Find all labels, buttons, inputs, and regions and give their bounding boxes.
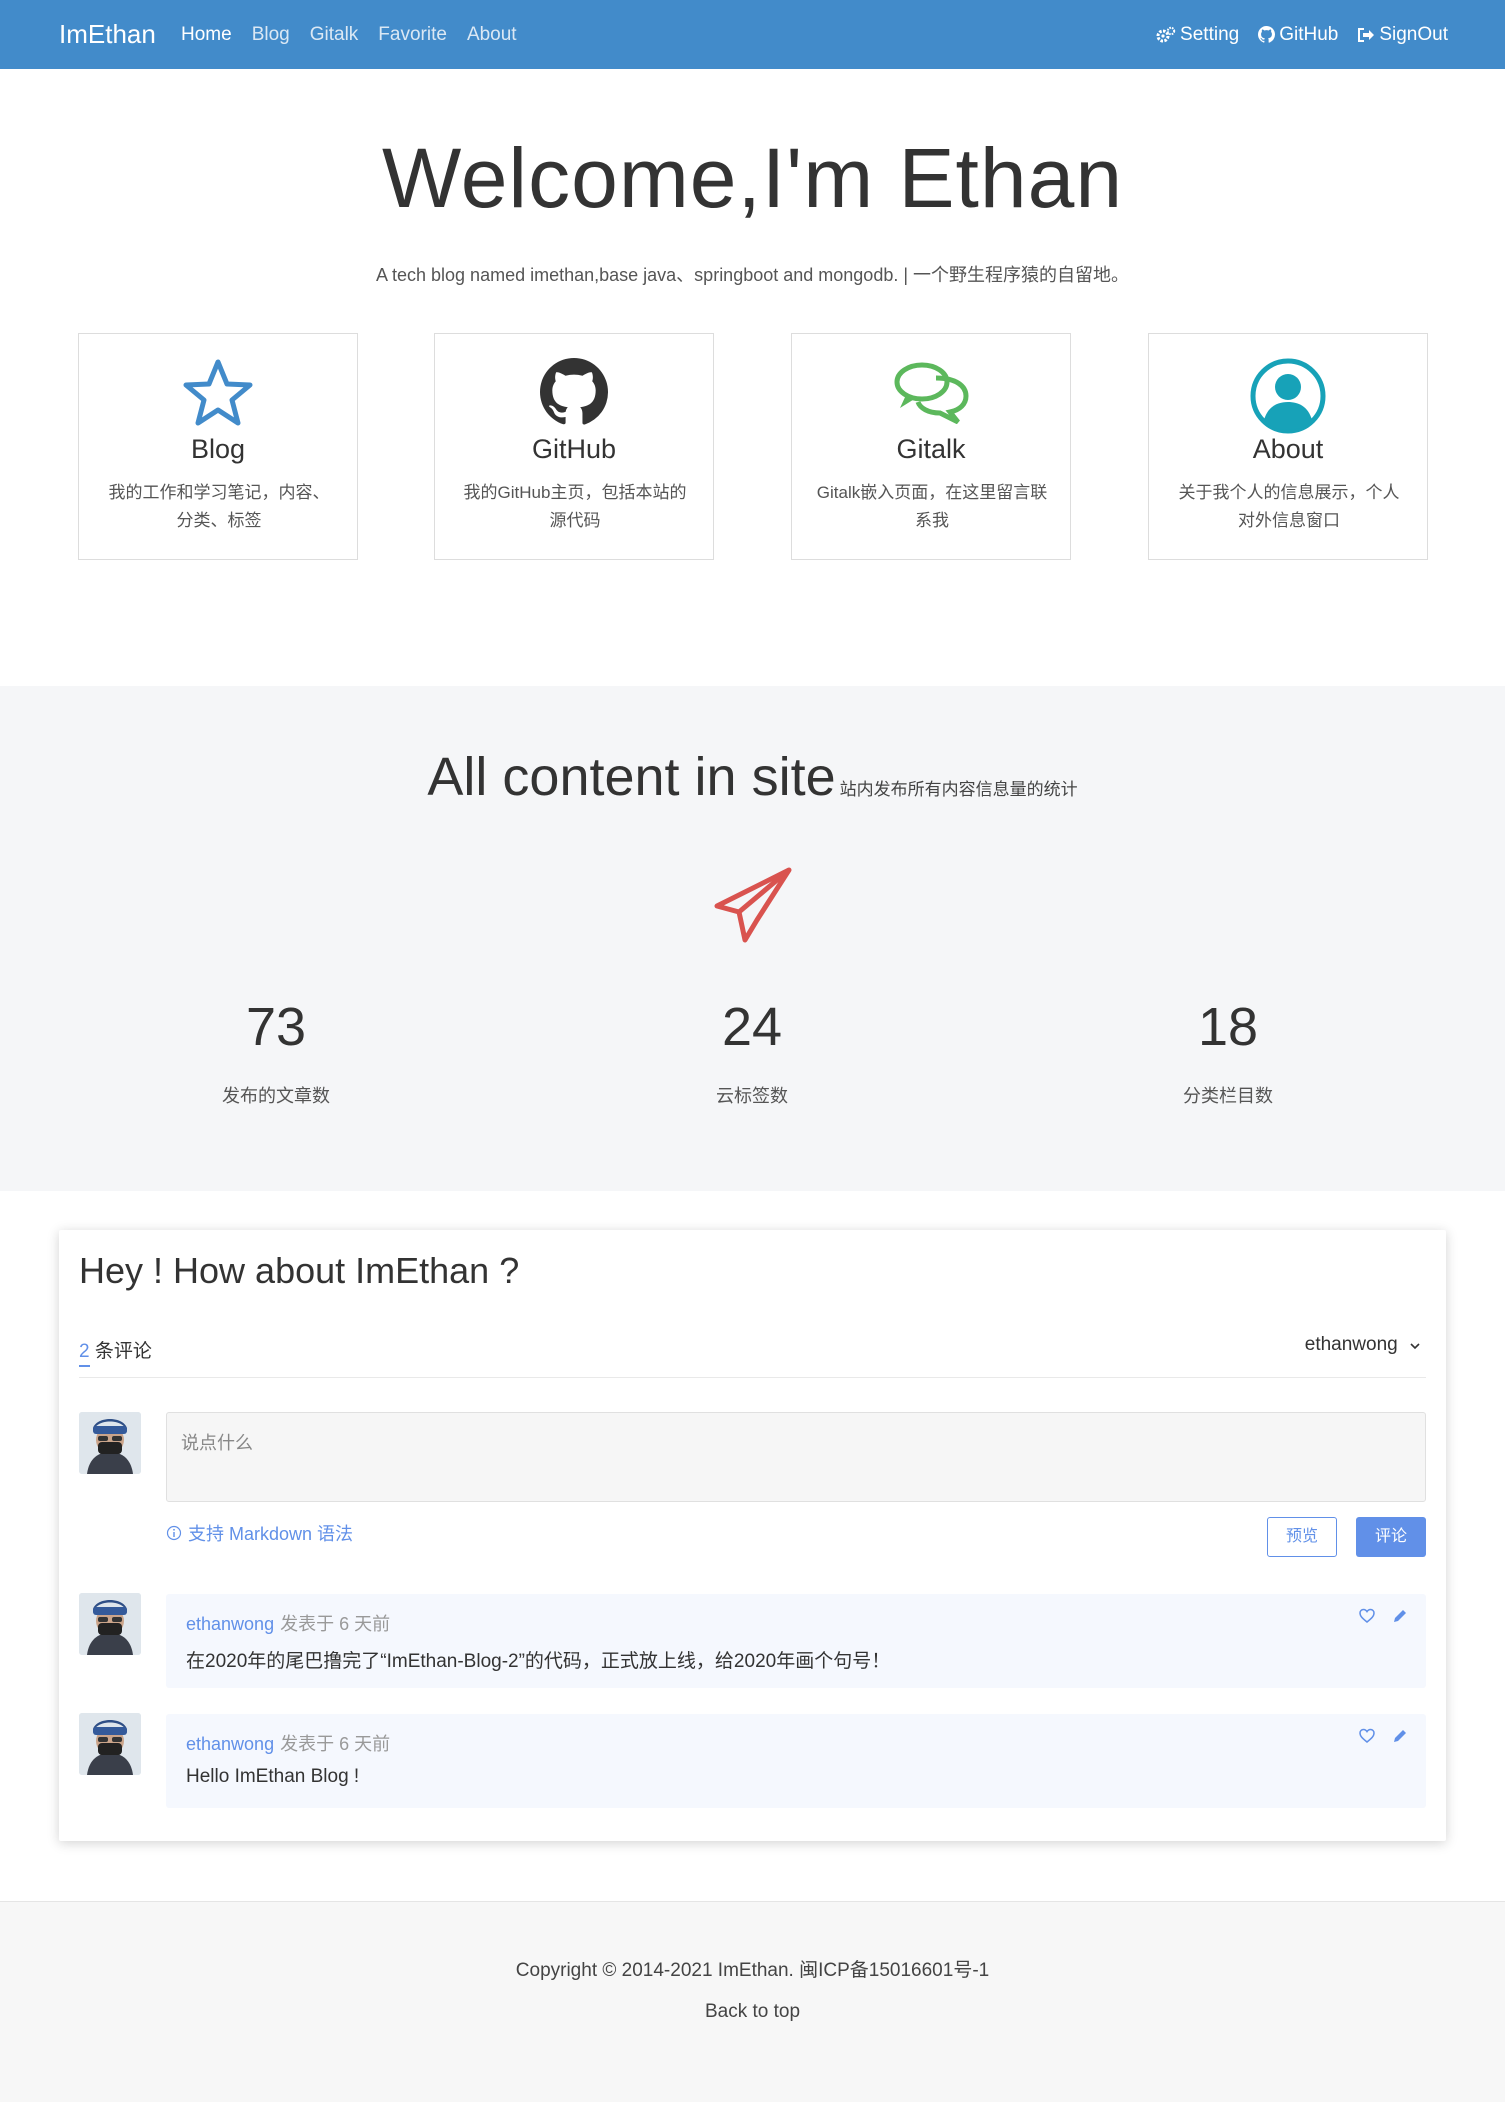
gitalk-card: Hey ! How about ImEthan ? 2 条评论 ethanwon… <box>59 1230 1446 1841</box>
stat-label: 发布的文章数 <box>222 1086 330 1106</box>
markdown-tip-link[interactable]: 支持 Markdown 语法 <box>166 1520 353 1546</box>
chevron-down-icon <box>1410 1343 1420 1350</box>
user-name: ethanwong <box>1304 1334 1398 1355</box>
paper-plane-icon <box>714 867 792 943</box>
info-icon <box>166 1525 182 1541</box>
comment-item: ethanwong 发表于 6 天前 在2020年的尾巴撸完了“ImEthan-B… <box>166 1594 1426 1688</box>
comment-actions <box>1358 1728 1408 1744</box>
nav-gitalk[interactable]: Gitalk <box>310 0 359 69</box>
preview-button[interactable]: 预览 <box>1267 1517 1337 1557</box>
nav-blog[interactable]: Blog <box>252 0 290 69</box>
comment-author[interactable]: ethanwong <box>186 1614 274 1634</box>
stat-value: 18 <box>1197 997 1259 1057</box>
comment-meta: ethanwong 发表于 6 天前 <box>186 1730 390 1756</box>
avatar <box>79 1412 141 1474</box>
feature-card-blog[interactable]: Blog 我的工作和学习笔记，内容、分类、标签 <box>78 333 358 560</box>
feature-desc: 关于我个人的信息展示，个人对外信息窗口 <box>1178 483 1400 530</box>
feature-card-gitalk[interactable]: Gitalk Gitalk嵌入页面，在这里留言联系我 <box>791 333 1071 560</box>
stat-label: 分类栏目数 <box>1183 1086 1273 1106</box>
comment-meta: ethanwong 发表于 6 天前 <box>186 1610 390 1636</box>
stat-label: 云标签数 <box>716 1086 788 1106</box>
stat-tags: 24 云标签数 <box>602 996 902 1108</box>
footer: Copyright © 2014-2021 ImEthan. 闽ICP备1501… <box>0 1901 1505 2102</box>
stats-subtitle: 站内发布所有内容信息量的统计 <box>839 780 1078 799</box>
stats-section: All content in site 站内发布所有内容信息量的统计 73 发布的… <box>0 686 1505 1191</box>
github-link[interactable]: GitHub <box>1258 24 1338 46</box>
comment-count: 2 条评论 <box>79 1336 152 1367</box>
stats-title: All content in site <box>427 747 836 807</box>
nav-right: Setting GitHub SignOut <box>1137 0 1448 69</box>
nav-about[interactable]: About <box>467 0 517 69</box>
user-circle-icon <box>1250 358 1326 434</box>
comment-author[interactable]: ethanwong <box>186 1734 274 1754</box>
stat-value: 24 <box>721 997 783 1057</box>
feature-desc: 我的工作和学习笔记，内容、分类、标签 <box>108 483 330 530</box>
feature-desc: 我的GitHub主页，包括本站的源代码 <box>463 483 687 530</box>
signout-label: SignOut <box>1379 23 1448 45</box>
avatar-image <box>79 1412 141 1474</box>
setting-link[interactable]: Setting <box>1156 24 1239 46</box>
heart-icon[interactable] <box>1358 1608 1376 1624</box>
feature-title: Blog <box>190 434 246 464</box>
nav-home[interactable]: Home <box>181 0 232 69</box>
github-icon <box>1258 26 1276 43</box>
github-icon <box>540 358 608 425</box>
card-title: Hey ! How about ImEthan ? <box>79 1250 520 1291</box>
copyright: Copyright © 2014-2021 ImEthan. 闽ICP备1501… <box>515 1960 990 1981</box>
nav-links: Home Blog Gitalk Favorite About <box>181 0 537 69</box>
back-to-top-link[interactable]: Back to top <box>0 2001 1505 2023</box>
comment-time: 发表于 6 天前 <box>280 1614 391 1634</box>
avatar-image <box>79 1593 141 1655</box>
comment-actions <box>1358 1608 1408 1624</box>
avatar-image <box>79 1713 141 1775</box>
comment-body: 在2020年的尾巴撸完了“ImEthan-Blog-2”的代码，正式放上线，给2… <box>186 1651 891 1672</box>
heart-icon[interactable] <box>1358 1728 1376 1744</box>
feature-title: GitHub <box>531 434 617 464</box>
hero-title: Welcome,I'm Ethan <box>381 131 1124 225</box>
stats-heading: All content in site 站内发布所有内容信息量的统计 <box>0 746 1505 808</box>
chat-icon <box>894 362 969 424</box>
sign-out-icon <box>1358 27 1375 42</box>
feature-card-github[interactable]: GitHub 我的GitHub主页，包括本站的源代码 <box>434 333 714 560</box>
hero-subtitle: A tech blog named imethan,base java、spri… <box>375 265 1130 285</box>
markdown-tip-label: 支持 Markdown 语法 <box>188 1524 354 1544</box>
comment-item: ethanwong 发表于 6 天前 Hello ImEthan Blog ! <box>166 1714 1426 1808</box>
setting-label: Setting <box>1180 23 1240 45</box>
star-icon <box>183 359 253 426</box>
submit-comment-button[interactable]: 评论 <box>1356 1517 1426 1557</box>
comment-count-number: 2 <box>79 1341 90 1367</box>
github-label: GitHub <box>1279 23 1339 45</box>
signout-link[interactable]: SignOut <box>1357 24 1448 46</box>
gears-icon <box>1156 26 1176 42</box>
nav-favorite[interactable]: Favorite <box>378 0 447 69</box>
feature-title: Gitalk <box>896 434 966 464</box>
stat-articles: 73 发布的文章数 <box>126 996 426 1108</box>
user-dropdown[interactable]: ethanwong <box>1305 1334 1421 1356</box>
comment-textarea[interactable]: 说点什么 <box>166 1412 1426 1502</box>
comment-time: 发表于 6 天前 <box>280 1734 391 1754</box>
stat-value: 73 <box>245 997 307 1057</box>
feature-title: About <box>1252 434 1324 464</box>
feature-desc: Gitalk嵌入页面，在这里留言联系我 <box>816 483 1048 530</box>
edit-icon[interactable] <box>1392 1728 1408 1744</box>
comment-count-suffix: 条评论 <box>89 1341 152 1362</box>
comment-body: Hello ImEthan Blog ! <box>186 1766 360 1787</box>
navbar: ImEthan Home Blog Gitalk Favorite About … <box>0 0 1505 69</box>
stat-categories: 18 分类栏目数 <box>1078 996 1378 1108</box>
brand-link[interactable]: ImEthan <box>59 0 156 69</box>
avatar <box>79 1593 141 1655</box>
edit-icon[interactable] <box>1392 1608 1408 1624</box>
avatar <box>79 1713 141 1775</box>
feature-card-about[interactable]: About 关于我个人的信息展示，个人对外信息窗口 <box>1148 333 1428 560</box>
comment-header: 2 条评论 ethanwong <box>79 1334 1426 1378</box>
feature-cards: Blog 我的工作和学习笔记，内容、分类、标签 GitHub 我的GitHub主… <box>78 333 1428 560</box>
